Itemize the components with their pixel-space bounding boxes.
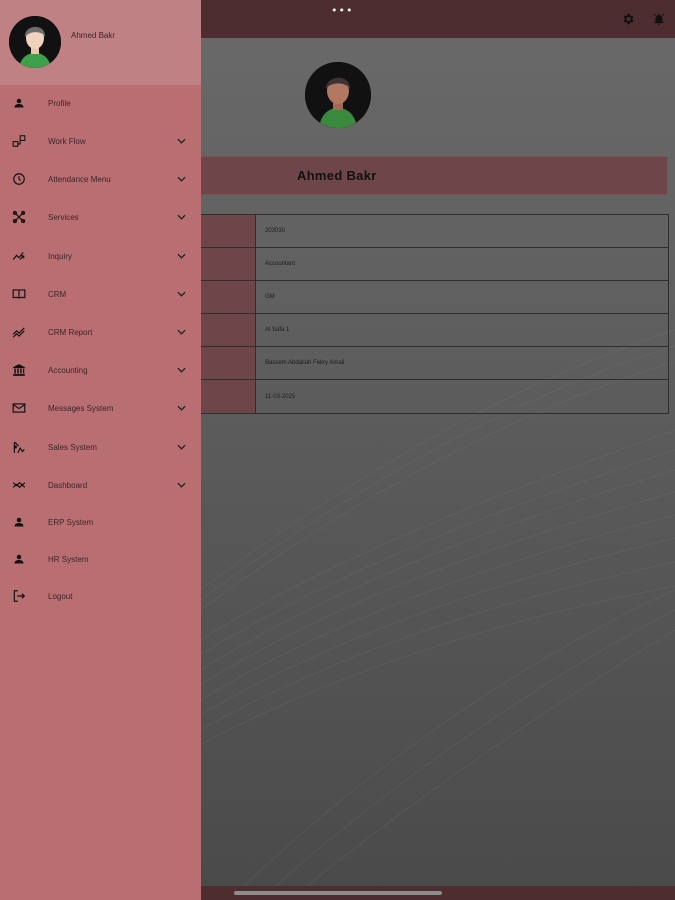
chevron-down-icon[interactable] (176, 174, 186, 184)
menu-item-hr-system[interactable]: HR System (0, 545, 201, 573)
menu-item-accounting[interactable]: Accounting (0, 356, 201, 384)
menu-item-crm-report[interactable]: CRM Report (0, 318, 201, 346)
services-icon (11, 209, 27, 225)
profile-avatar (305, 62, 371, 128)
menu-item-work-flow[interactable]: Work Flow (0, 127, 201, 155)
menu-item-label: Attendance Menu (48, 174, 111, 184)
row-value: Accountant (265, 261, 296, 267)
menu-item-messages-system[interactable]: Messages System (0, 394, 201, 422)
chevron-down-icon[interactable] (176, 136, 186, 146)
chevron-down-icon[interactable] (176, 289, 186, 299)
menu-item-label: Messages System (48, 403, 114, 413)
menu-item-services[interactable]: Services (0, 203, 201, 231)
logout-icon (11, 588, 27, 604)
menu-item-label: Profile (48, 98, 71, 108)
person-icon (11, 551, 27, 567)
row-value: Al Safa 1 (265, 327, 290, 333)
menu-item-label: CRM Report (48, 327, 93, 337)
chevron-down-icon[interactable] (176, 365, 186, 375)
menu-item-profile[interactable]: Profile (0, 89, 201, 117)
menu-item-label: Sales System (48, 442, 97, 452)
trend-icon (11, 324, 27, 340)
bank-icon (11, 362, 27, 378)
navigation-drawer: Ahmed Bakr Profile Work Flow Attendance … (0, 0, 201, 900)
drawer-header: Ahmed Bakr (0, 0, 201, 85)
drawer-username: Ahmed Bakr (71, 31, 116, 40)
book-icon (11, 286, 27, 302)
home-indicator[interactable] (234, 891, 442, 895)
profile-name: Ahmed Bakr (297, 168, 377, 183)
menu-item-crm[interactable]: CRM (0, 280, 201, 308)
alarm-bell-icon[interactable] (650, 10, 668, 28)
more-dots-icon[interactable]: ••• (331, 4, 353, 17)
gear-icon[interactable] (619, 10, 637, 28)
menu-item-label: Inquiry (48, 251, 73, 261)
mail-icon (11, 400, 27, 416)
menu-item-label: CRM (48, 289, 67, 299)
menu-item-erp-system[interactable]: ERP System (0, 508, 201, 536)
workflow-icon (11, 133, 27, 149)
chevron-down-icon[interactable] (176, 480, 186, 490)
menu-item-label: Work Flow (48, 136, 86, 146)
row-value: GM (265, 294, 275, 300)
sales-icon (11, 439, 27, 455)
person-icon (11, 95, 27, 111)
chevron-down-icon[interactable] (176, 403, 186, 413)
menu-item-label: Accounting (48, 365, 88, 375)
menu-item-label: Dashboard (48, 480, 88, 490)
row-value: 11-03-2025 (265, 393, 296, 400)
menu-item-inquiry[interactable]: Inquiry (0, 242, 201, 270)
clock-icon (11, 171, 27, 187)
menu-item-label: Services (48, 212, 79, 222)
menu-item-attendance-menu[interactable]: Attendance Menu (0, 165, 201, 193)
menu-item-dashboard[interactable]: Dashboard (0, 471, 201, 499)
chevron-down-icon[interactable] (176, 212, 186, 222)
menu-item-label: Logout (48, 591, 73, 601)
menu-item-label: ERP System (48, 517, 94, 527)
chevron-down-icon[interactable] (176, 442, 186, 452)
menu-item-label: HR System (48, 554, 89, 564)
dashboard-icon (11, 477, 27, 493)
inquiry-icon (11, 248, 27, 264)
chevron-down-icon[interactable] (176, 327, 186, 337)
person-icon (11, 514, 27, 530)
avatar[interactable] (9, 16, 61, 68)
row-value: Bassem Abdallah Fekry Amali (265, 360, 345, 366)
row-value: 203030 (265, 228, 286, 234)
menu-item-logout[interactable]: Logout (0, 582, 201, 610)
menu-item-sales-system[interactable]: Sales System (0, 433, 201, 461)
chevron-down-icon[interactable] (176, 251, 186, 261)
